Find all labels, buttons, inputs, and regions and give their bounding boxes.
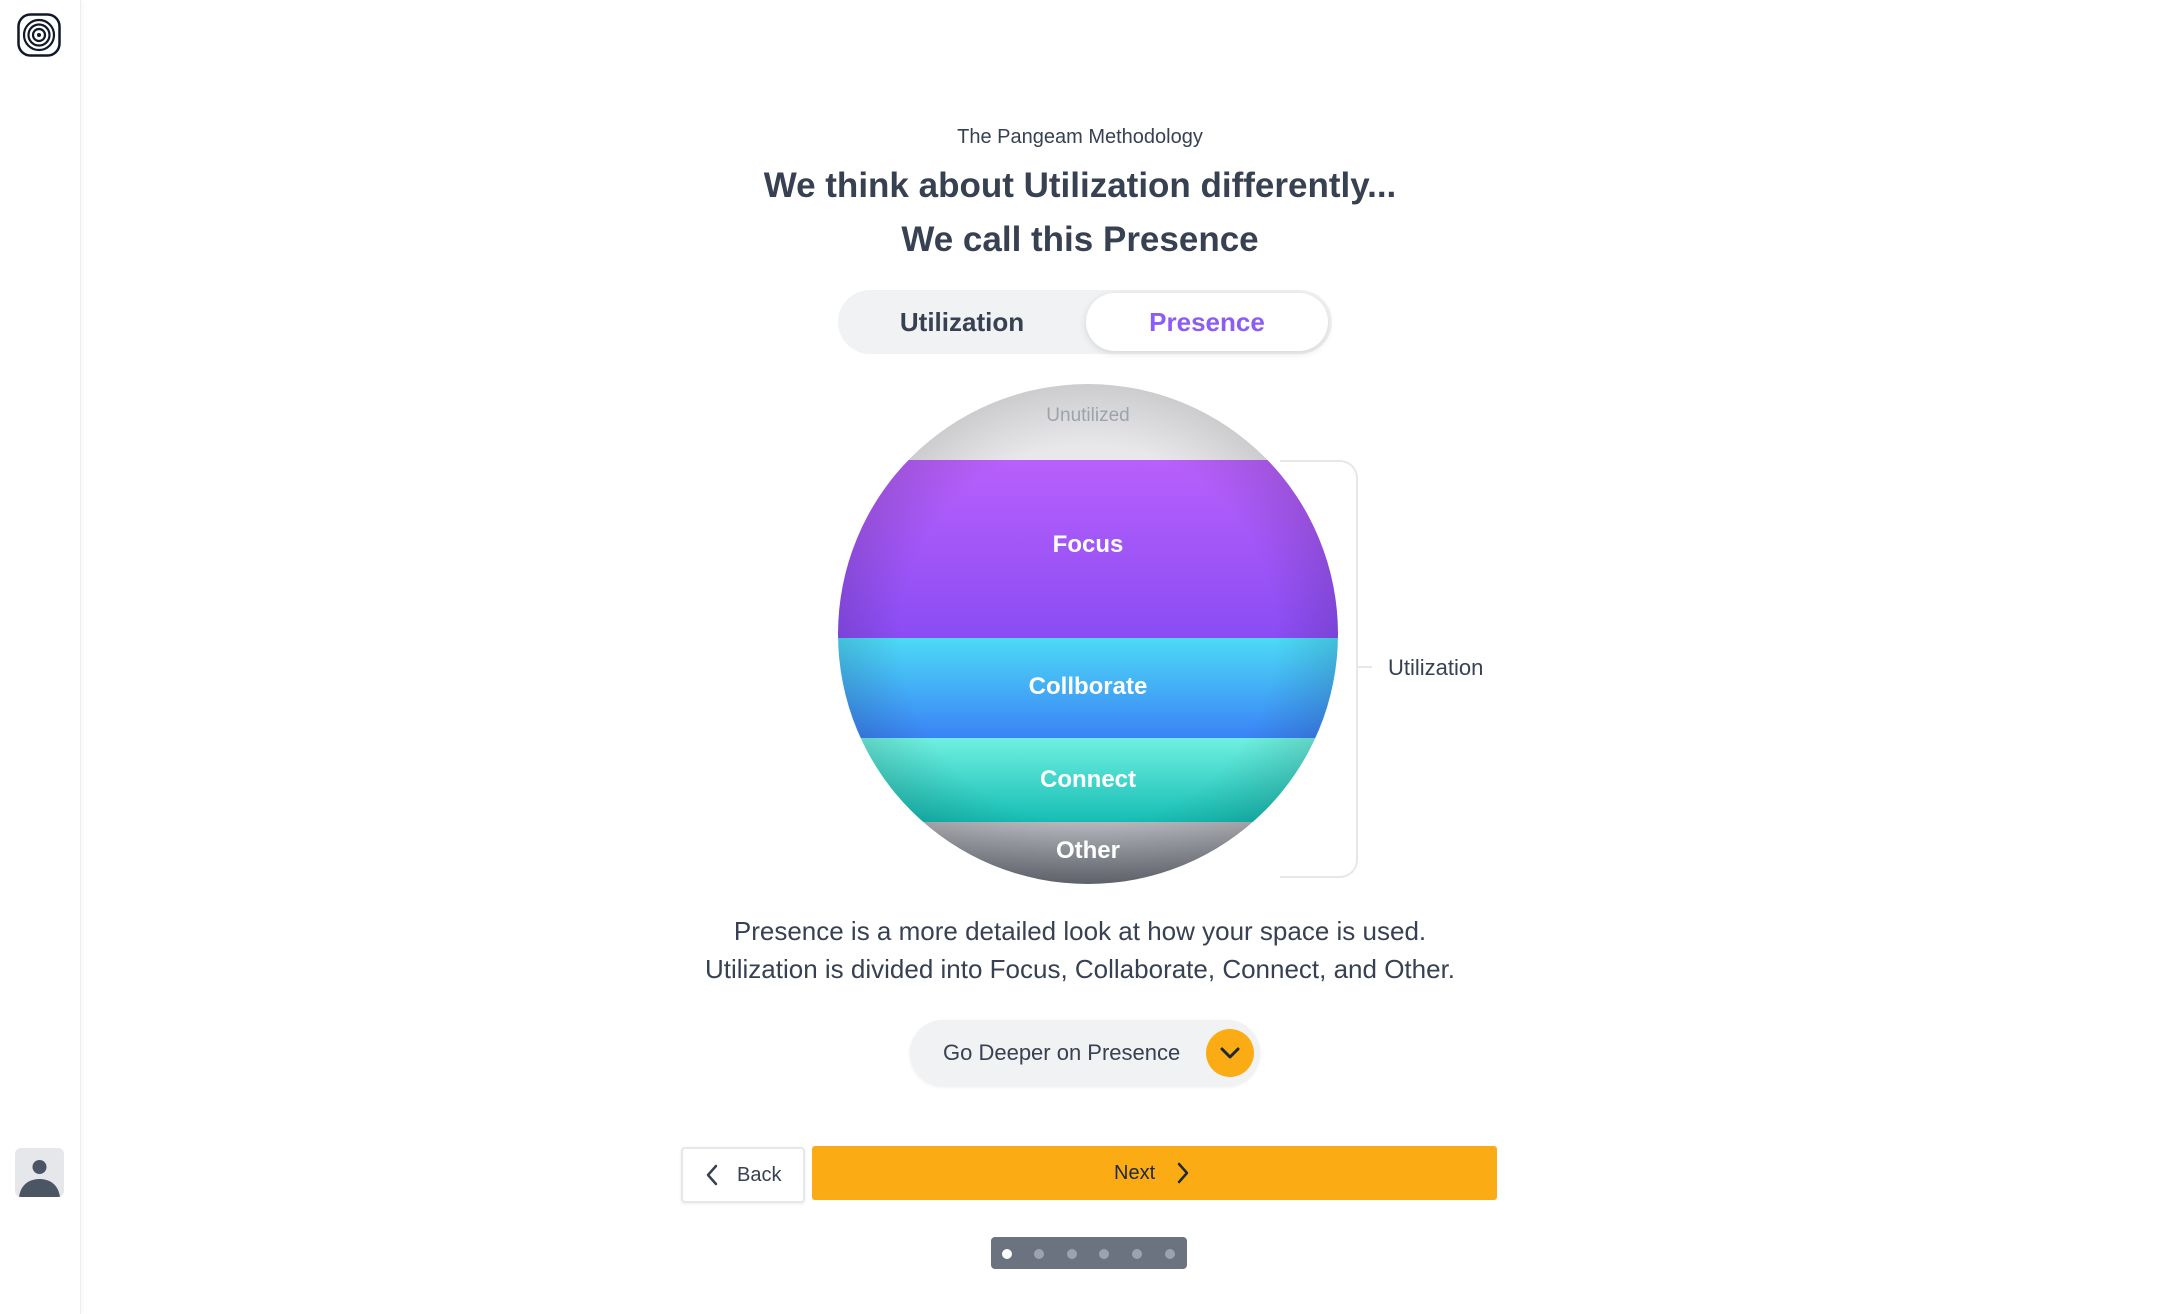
band-label-focus: Focus — [1053, 531, 1124, 558]
description-line-2: Utilization is divided into Focus, Colla… — [704, 954, 1456, 984]
chevron-right-icon — [1177, 1162, 1189, 1184]
user-icon — [19, 1160, 60, 1197]
progress-dot[interactable] — [1132, 1249, 1142, 1259]
bracket-tick — [1358, 666, 1372, 668]
toggle-option-utilization[interactable]: Utilization — [838, 290, 1086, 354]
page-title: We think about Utilization differently..… — [763, 166, 1397, 205]
band-label-unutilized: Unutilized — [1046, 405, 1129, 426]
band-label-collaborate: Collborate — [1029, 673, 1148, 700]
progress-dot[interactable] — [1067, 1249, 1077, 1259]
progress-dot[interactable] — [1034, 1249, 1044, 1259]
view-toggle: Utilization Presence — [838, 290, 1332, 354]
progress-dot[interactable] — [1165, 1249, 1175, 1259]
progress-dot[interactable] — [1002, 1249, 1012, 1259]
chevron-left-icon — [706, 1164, 718, 1186]
page-subtitle: We call this Presence — [901, 220, 1259, 259]
next-label: Next — [1114, 1162, 1156, 1184]
band-label-connect: Connect — [1040, 766, 1136, 793]
progress-indicator — [991, 1237, 1187, 1269]
user-avatar[interactable] — [15, 1148, 64, 1197]
back-button[interactable]: Back — [681, 1147, 805, 1203]
presence-sphere: Unutilized Focus Collborate Connect Othe… — [838, 384, 1338, 884]
go-deeper-button[interactable]: Go Deeper on Presence — [910, 1020, 1260, 1086]
next-button[interactable]: Next — [812, 1146, 1497, 1200]
back-label: Back — [737, 1164, 782, 1186]
go-deeper-label: Go Deeper on Presence — [943, 1040, 1181, 1065]
page-overline: The Pangeam Methodology — [957, 126, 1203, 148]
progress-dot[interactable] — [1099, 1249, 1109, 1259]
description-line-1: Presence is a more detailed look at how … — [733, 916, 1427, 946]
chevron-down-icon[interactable] — [1206, 1029, 1254, 1077]
band-label-other: Other — [1056, 837, 1120, 864]
utilization-bracket-label: Utilization — [1388, 655, 1484, 680]
app-logo-icon[interactable] — [17, 13, 61, 57]
toggle-option-presence[interactable]: Presence — [1086, 293, 1328, 351]
